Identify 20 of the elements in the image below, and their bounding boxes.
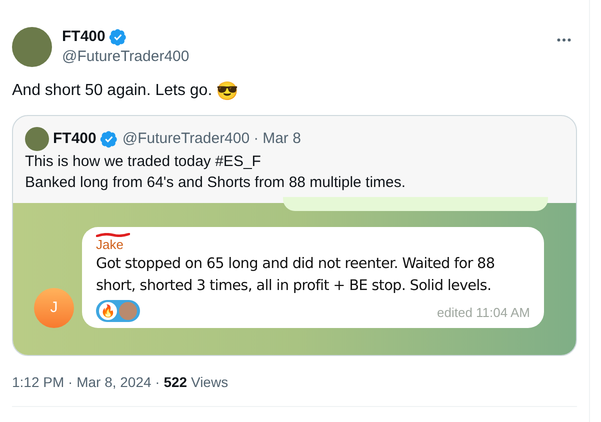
quoted-author-handle: @FutureTrader400	[122, 128, 250, 149]
reactor-avatar	[119, 302, 137, 320]
avatar-photo-placeholder	[25, 127, 49, 151]
quoted-text-line: This is how we traded today #ES_F	[25, 152, 262, 172]
tweet-text: And short 50 again. Lets go.	[12, 81, 212, 101]
sender-avatar: J	[34, 288, 74, 328]
quoted-text-line: Banked long from 64's and Shorts from 88 multiple times.	[25, 173, 407, 193]
author-name[interactable]: FT400	[62, 27, 106, 47]
author-handle[interactable]: @FutureTrader400	[62, 47, 545, 67]
tweet-meta: 1:12 PM · Mar 8, 2024 · 522 Views	[12, 373, 230, 392]
sunglasses-emoji: 😎	[216, 81, 238, 101]
avatar-photo-placeholder[interactable]	[12, 27, 52, 67]
quoted-date: Mar 8	[262, 128, 301, 149]
chat-message-text: Got stopped on 65 long and did not reenter. Waited for 88 short, shorted 3 times, all in profit + BE stop. Solid levels.	[96, 255, 496, 296]
fire-emoji: 🔥	[99, 302, 117, 320]
quoted-author-name: FT400	[53, 128, 96, 149]
sender-name: Jake	[96, 237, 124, 253]
quoted-tweet-card[interactable]	[12, 115, 577, 356]
separator-dot: ·	[254, 128, 259, 149]
message-time: edited 11:04 AM	[437, 304, 530, 322]
